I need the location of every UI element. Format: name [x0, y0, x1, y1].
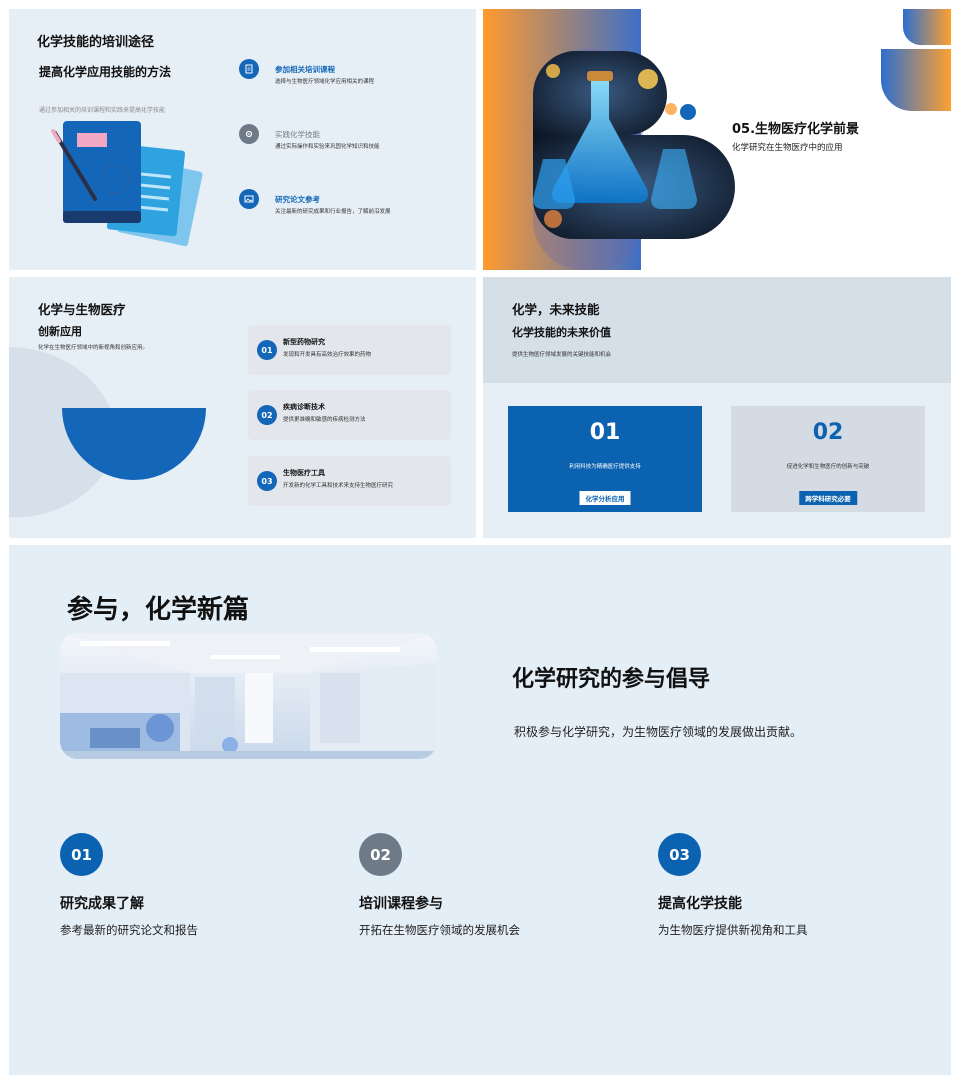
settings-icon: [239, 124, 259, 144]
step-desc: 为生物医疗提供新视角和工具: [658, 923, 808, 937]
document-pen-illustration: [51, 121, 203, 247]
step-desc: 开拓在生物医疗领域的发展机会: [359, 923, 520, 937]
slide-subtitle: 化学技能的未来价值: [512, 326, 611, 339]
card-desc: 提供更准确和敏感的疾病检测方法: [283, 417, 366, 423]
item-title: 参加相关培训课程: [275, 65, 335, 74]
card-number: 02: [812, 420, 844, 445]
section-paragraph: 积极参与化学研究，为生物医疗领域的发展做出贡献。: [514, 725, 803, 739]
value-card: 01 利用科技为精确医疗提供支持 化学分析应用: [508, 406, 702, 512]
feature-card: 01 新型药物研究 发现和开发具有高效治疗效果的药物: [248, 325, 451, 375]
card-tag: 化学分析应用: [579, 491, 631, 505]
slide-title: 化学技能的培训途径: [37, 35, 155, 50]
item-title: 研究论文参考: [275, 195, 320, 204]
image-icon: [239, 189, 259, 209]
slide-future-skills: 化学，未来技能 化学技能的未来价值 提供生物医疗领域发展的关键技能和机会 01 …: [483, 277, 951, 538]
slide-caption: 化学在生物医疗领域中的新视角和创新应用。: [38, 345, 149, 351]
slide-subtitle: 提高化学应用技能的方法: [39, 65, 172, 79]
document-icon: [239, 59, 259, 79]
card-desc: 促进化学和生物医疗的创新与突破: [786, 464, 870, 470]
item-desc: 通过实际操作和实验来巩固化学知识和技能: [275, 144, 380, 150]
slide-title: 参与，化学新篇: [67, 595, 250, 625]
cleanroom-photo: [60, 633, 437, 759]
slide-biomedical-prospects: 05.生物医疗化学前景 化学研究在生物医疗中的应用: [483, 9, 951, 270]
flask-photo-shape: [483, 9, 951, 270]
step-number: 02: [359, 833, 402, 876]
step-number: 03: [658, 833, 701, 876]
card-title: 疾病诊断技术: [283, 403, 325, 411]
slide-title: 化学，未来技能: [512, 302, 600, 317]
card-number: 01: [257, 340, 277, 360]
card-tag: 跨学科研究必要: [799, 491, 857, 505]
step-title: 培训课程参与: [359, 896, 443, 912]
slide-subtitle: 创新应用: [38, 325, 82, 338]
slide-participation: 参与，化学新篇 化学研究的参与倡导 积极参与化学研究，为生物医疗领域的发展做出贡…: [9, 545, 951, 1075]
card-title: 生物医疗工具: [283, 469, 325, 477]
card-number: 02: [257, 405, 277, 425]
slide-title: 化学与生物医疗: [38, 302, 126, 317]
feature-card: 02 疾病诊断技术 提供更准确和敏感的疾病检测方法: [248, 390, 451, 440]
card-desc: 利用科技为精确医疗提供支持: [569, 464, 641, 470]
item-title: 实践化学技能: [275, 130, 320, 139]
step-title: 提高化学技能: [658, 896, 742, 912]
slide-chem-biomed: 化学与生物医疗 创新应用 化学在生物医疗领域中的新视角和创新应用。 01 新型药…: [9, 277, 476, 538]
section-heading: 化学研究的参与倡导: [512, 667, 711, 692]
card-title: 新型药物研究: [283, 338, 325, 346]
card-number: 01: [589, 420, 621, 445]
item-desc: 选择与生物医疗领域化学应用相关的课程: [275, 79, 375, 85]
slide-title: 05.生物医疗化学前景: [732, 122, 860, 137]
slide-subtitle: 化学研究在生物医疗中的应用: [732, 143, 843, 153]
card-desc: 开发新的化学工具和技术来支持生物医疗研究: [283, 483, 394, 489]
step-desc: 参考最新的研究论文和报告: [60, 923, 198, 937]
card-number: 03: [257, 471, 277, 491]
value-card: 02 促进化学和生物医疗的创新与突破 跨学科研究必要: [731, 406, 925, 512]
feature-card: 03 生物医疗工具 开发新的化学工具和技术来支持生物医疗研究: [248, 456, 451, 506]
slide-caption: 通过参加相关的培训课程和实践来提高化学技能: [39, 107, 166, 114]
slide-training-paths: 化学技能的培训途径 提高化学应用技能的方法 通过参加相关的培训课程和实践来提高化…: [9, 9, 476, 270]
slide-caption: 提供生物医疗领域发展的关键技能和机会: [512, 352, 612, 358]
step-number: 01: [60, 833, 103, 876]
step-title: 研究成果了解: [60, 896, 144, 912]
item-desc: 关注最新的研究成果和行业报告，了解前沿发展: [275, 209, 391, 215]
card-desc: 发现和开发具有高效治疗效果的药物: [283, 352, 372, 358]
